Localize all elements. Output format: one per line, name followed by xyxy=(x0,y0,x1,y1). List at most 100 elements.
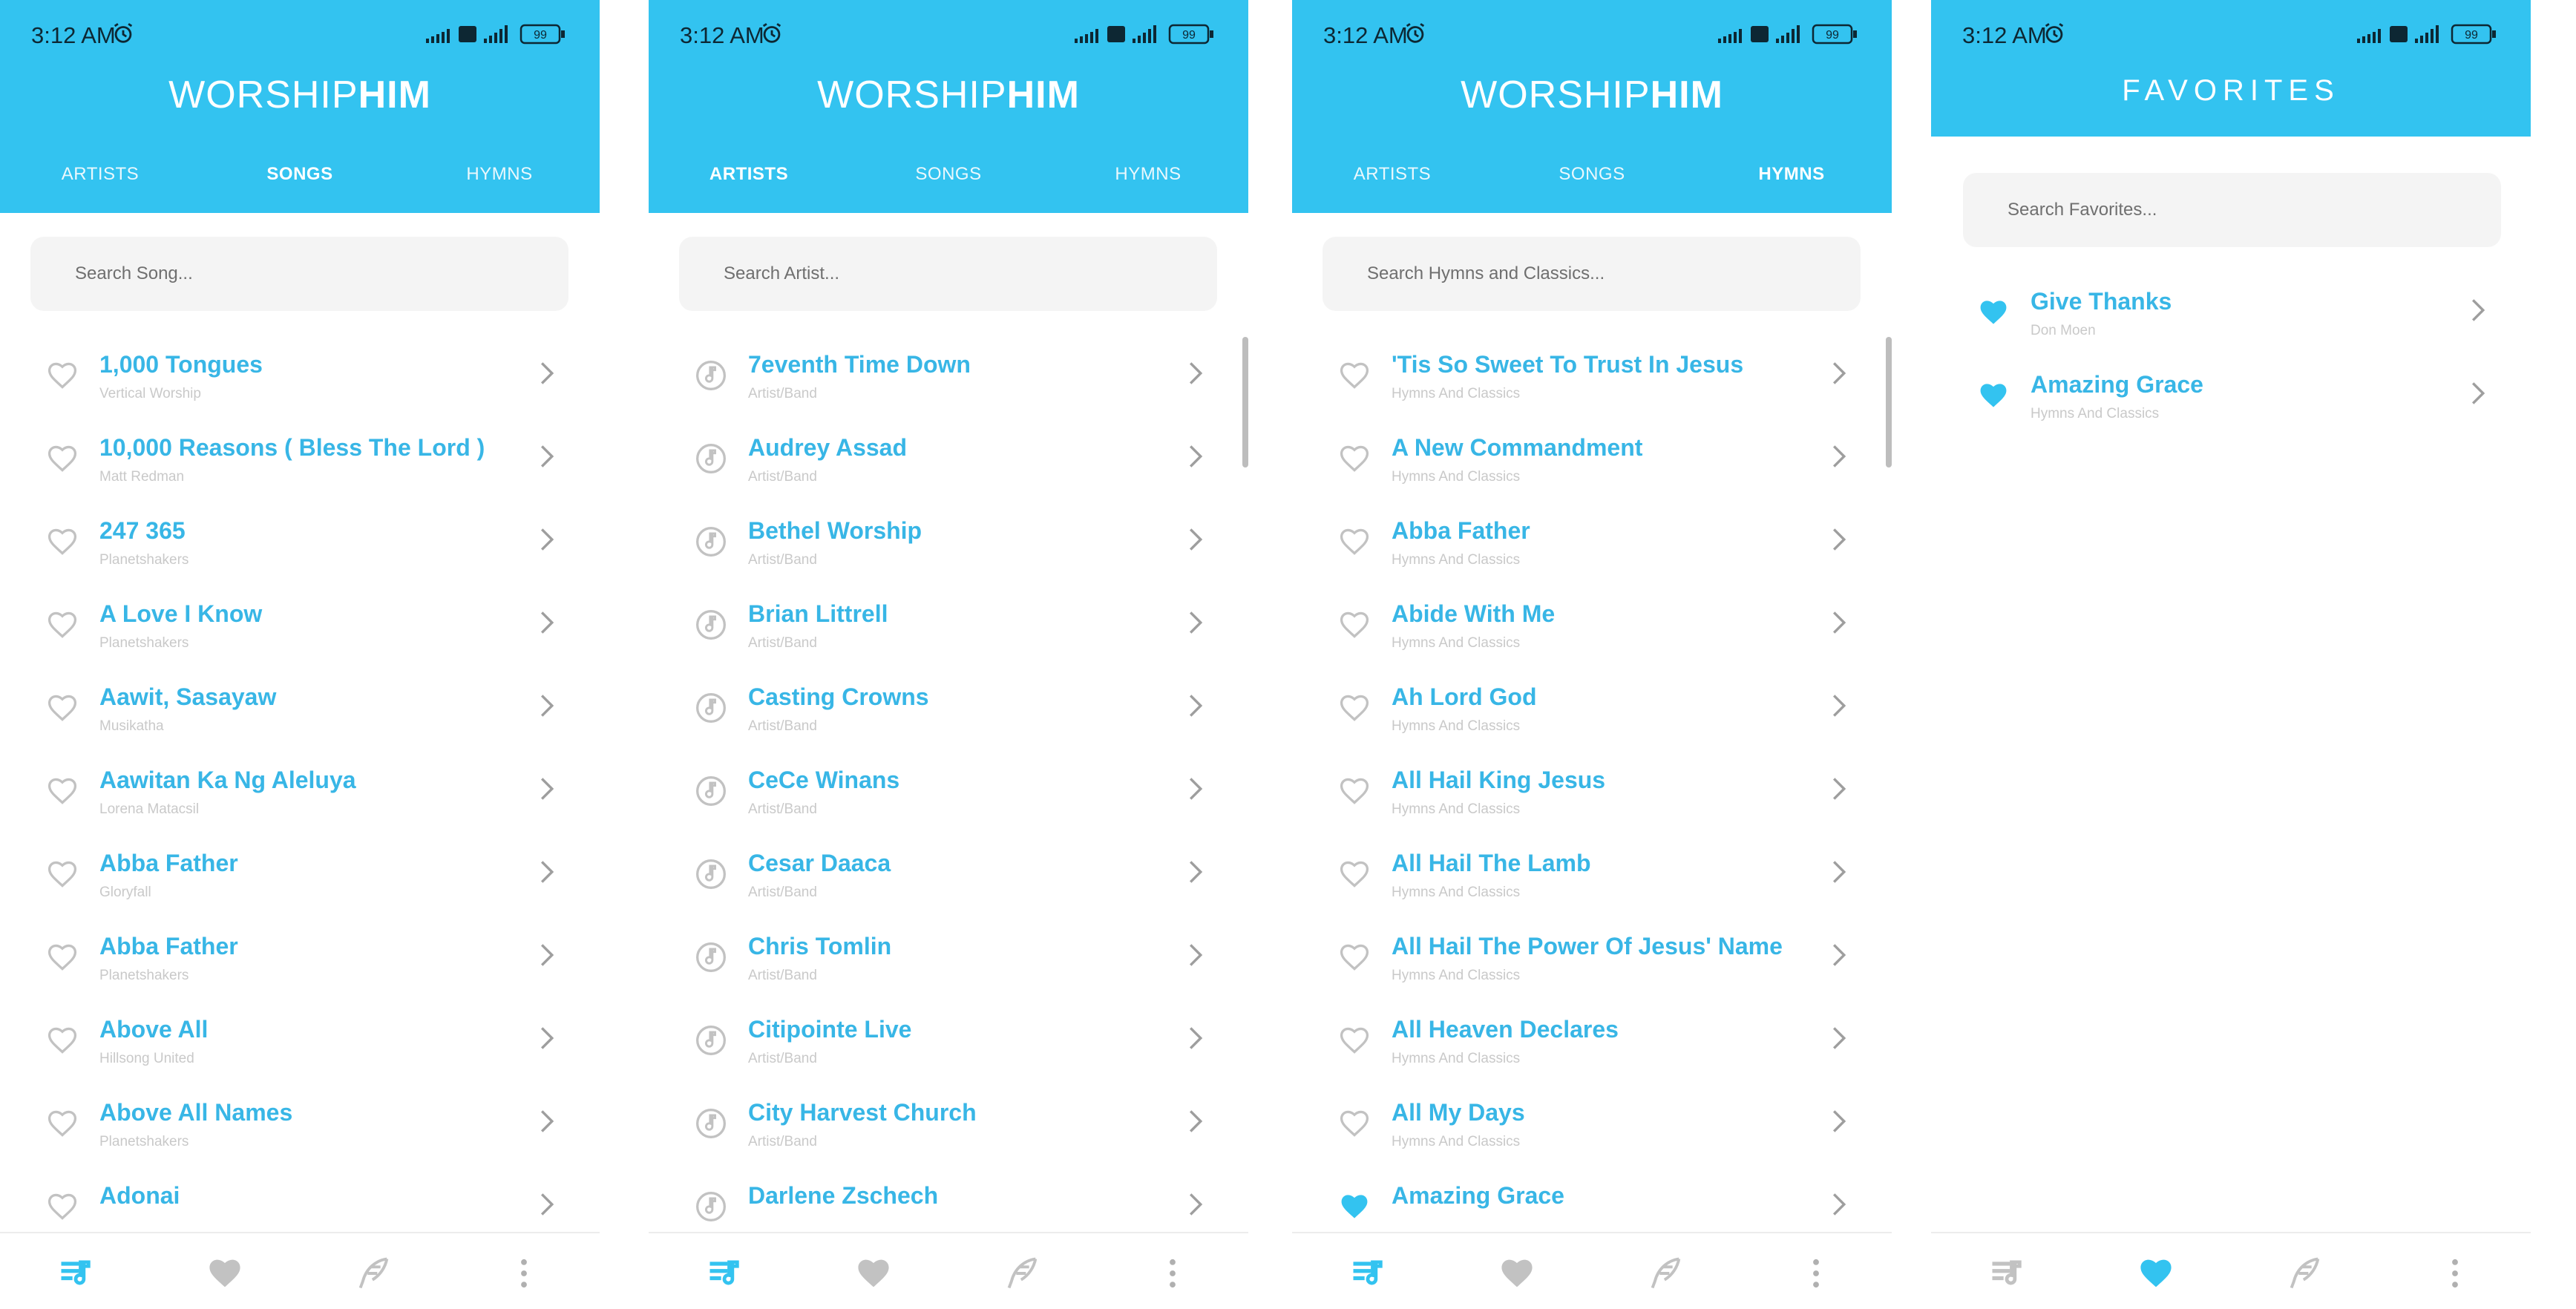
list-item[interactable]: Casting Crowns Artist/Band xyxy=(649,659,1248,742)
nav-feather-icon[interactable] xyxy=(355,1254,393,1293)
list-item[interactable]: Aawit, Sasayaw Musikatha xyxy=(0,659,600,742)
chevron-right-icon[interactable] xyxy=(1187,942,1204,968)
nav-more-vertical-icon[interactable] xyxy=(2436,1254,2474,1293)
list-item[interactable]: Amazing Grace Hymns And Classics xyxy=(1931,347,2531,430)
chevron-right-icon[interactable] xyxy=(1831,1026,1847,1051)
tab-hymns[interactable]: HYMNS xyxy=(399,164,600,185)
heart-outline-icon[interactable] xyxy=(1338,692,1371,724)
heart-outline-icon[interactable] xyxy=(46,1024,79,1057)
list-item[interactable]: Citipointe Live Artist/Band xyxy=(649,991,1248,1075)
heart-filled-icon[interactable] xyxy=(1977,379,2010,412)
chevron-right-icon[interactable] xyxy=(1831,444,1847,469)
chevron-right-icon[interactable] xyxy=(2470,298,2486,323)
heart-filled-icon[interactable] xyxy=(1338,1190,1371,1223)
list-item[interactable]: Chris Tomlin Artist/Band xyxy=(649,908,1248,991)
heart-outline-icon[interactable] xyxy=(1338,525,1371,558)
chevron-right-icon[interactable] xyxy=(539,610,555,635)
list-item[interactable]: 10,000 Reasons ( Bless The Lord ) Matt Re… xyxy=(0,410,600,493)
chevron-right-icon[interactable] xyxy=(539,1192,555,1217)
heart-outline-icon[interactable] xyxy=(1338,359,1371,392)
list-item[interactable]: 1,000 Tongues Vertical Worship xyxy=(0,327,600,410)
list-item[interactable]: CeCe Winans Artist/Band xyxy=(649,742,1248,825)
heart-outline-icon[interactable] xyxy=(46,442,79,475)
search-box[interactable] xyxy=(1323,237,1861,311)
search-input[interactable] xyxy=(30,237,568,311)
heart-outline-icon[interactable] xyxy=(46,692,79,724)
heart-outline-icon[interactable] xyxy=(46,1190,79,1223)
chevron-right-icon[interactable] xyxy=(1831,610,1847,635)
list-item[interactable]: Abide With Me Hymns And Classics xyxy=(1292,576,1892,659)
heart-outline-icon[interactable] xyxy=(46,941,79,974)
heart-outline-icon[interactable] xyxy=(46,775,79,807)
list-item[interactable]: All Heaven Declares Hymns And Classics xyxy=(1292,991,1892,1075)
nav-more-vertical-icon[interactable] xyxy=(1797,1254,1835,1293)
heart-outline-icon[interactable] xyxy=(1338,1024,1371,1057)
list-item[interactable]: Aawitan Ka Ng Aleluya Lorena Matacsil xyxy=(0,742,600,825)
list-item[interactable]: All My Days Hymns And Classics xyxy=(1292,1075,1892,1158)
tab-artists[interactable]: ARTISTS xyxy=(0,164,200,185)
nav-more-vertical-icon[interactable] xyxy=(1153,1254,1192,1293)
chevron-right-icon[interactable] xyxy=(1187,527,1204,552)
search-box[interactable] xyxy=(30,237,568,311)
chevron-right-icon[interactable] xyxy=(539,859,555,885)
list-item[interactable]: Bethel Worship Artist/Band xyxy=(649,493,1248,576)
chevron-right-icon[interactable] xyxy=(1187,1192,1204,1217)
heart-outline-icon[interactable] xyxy=(1338,941,1371,974)
list-item[interactable]: Ah Lord God Hymns And Classics xyxy=(1292,659,1892,742)
list-item[interactable]: 7eventh Time Down Artist/Band xyxy=(649,327,1248,410)
list-item[interactable]: 247 365 Planetshakers xyxy=(0,493,600,576)
chevron-right-icon[interactable] xyxy=(1187,444,1204,469)
nav-playlist-icon[interactable] xyxy=(56,1254,95,1293)
chevron-right-icon[interactable] xyxy=(1187,1026,1204,1051)
scrollbar[interactable] xyxy=(1886,337,1892,468)
heart-outline-icon[interactable] xyxy=(1338,1107,1371,1140)
chevron-right-icon[interactable] xyxy=(2470,381,2486,406)
search-input[interactable] xyxy=(1963,173,2501,247)
chevron-right-icon[interactable] xyxy=(1187,859,1204,885)
chevron-right-icon[interactable] xyxy=(539,527,555,552)
chevron-right-icon[interactable] xyxy=(1831,361,1847,386)
heart-outline-icon[interactable] xyxy=(46,525,79,558)
chevron-right-icon[interactable] xyxy=(1187,776,1204,801)
list-item[interactable]: Adonai xyxy=(0,1158,600,1232)
list-item[interactable]: Give Thanks Don Moen xyxy=(1931,263,2531,347)
nav-heart-icon[interactable] xyxy=(1498,1254,1536,1293)
chevron-right-icon[interactable] xyxy=(539,776,555,801)
heart-outline-icon[interactable] xyxy=(46,359,79,392)
nav-feather-icon[interactable] xyxy=(2286,1254,2324,1293)
nav-heart-icon[interactable] xyxy=(854,1254,893,1293)
chevron-right-icon[interactable] xyxy=(539,361,555,386)
chevron-right-icon[interactable] xyxy=(539,693,555,718)
heart-outline-icon[interactable] xyxy=(1338,442,1371,475)
chevron-right-icon[interactable] xyxy=(539,1109,555,1134)
chevron-right-icon[interactable] xyxy=(1831,859,1847,885)
heart-outline-icon[interactable] xyxy=(46,608,79,641)
search-input[interactable] xyxy=(679,237,1217,311)
nav-heart-icon[interactable] xyxy=(2137,1254,2175,1293)
tab-songs[interactable]: SONGS xyxy=(200,164,400,185)
chevron-right-icon[interactable] xyxy=(1187,361,1204,386)
nav-playlist-icon[interactable] xyxy=(705,1254,744,1293)
tab-hymns[interactable]: HYMNS xyxy=(1048,164,1248,185)
tab-songs[interactable]: SONGS xyxy=(848,164,1049,185)
list-item[interactable]: Abba Father Planetshakers xyxy=(0,908,600,991)
heart-outline-icon[interactable] xyxy=(1338,775,1371,807)
chevron-right-icon[interactable] xyxy=(1831,1109,1847,1134)
list-item[interactable]: A Love I Know Planetshakers xyxy=(0,576,600,659)
nav-heart-icon[interactable] xyxy=(206,1254,244,1293)
list-item[interactable]: City Harvest Church Artist/Band xyxy=(649,1075,1248,1158)
tab-artists[interactable]: ARTISTS xyxy=(1292,164,1492,185)
chevron-right-icon[interactable] xyxy=(1831,1192,1847,1217)
chevron-right-icon[interactable] xyxy=(1831,776,1847,801)
search-input[interactable] xyxy=(1323,237,1861,311)
list-item[interactable]: Abba Father Gloryfall xyxy=(0,825,600,908)
chevron-right-icon[interactable] xyxy=(1187,693,1204,718)
chevron-right-icon[interactable] xyxy=(1187,610,1204,635)
chevron-right-icon[interactable] xyxy=(539,1026,555,1051)
list-item[interactable]: A New Commandment Hymns And Classics xyxy=(1292,410,1892,493)
chevron-right-icon[interactable] xyxy=(1831,693,1847,718)
tab-artists[interactable]: ARTISTS xyxy=(649,164,849,185)
nav-feather-icon[interactable] xyxy=(1647,1254,1685,1293)
scrollbar[interactable] xyxy=(1242,337,1248,468)
nav-feather-icon[interactable] xyxy=(1003,1254,1042,1293)
